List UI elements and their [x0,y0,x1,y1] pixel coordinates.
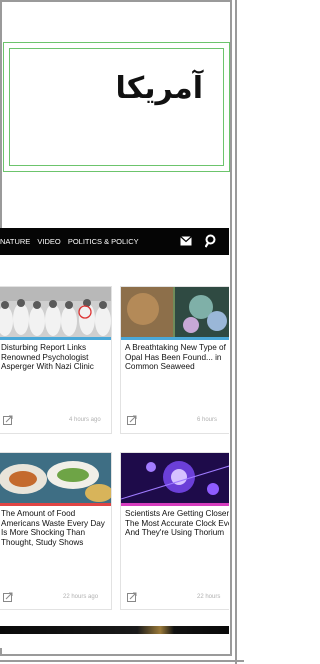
card-title[interactable]: Disturbing Report Links Renowned Psychol… [1,343,111,372]
card-image-clock-thorium [121,453,229,503]
share-icon[interactable] [127,414,138,425]
share-icon[interactable] [127,591,138,602]
nav-link-nature[interactable]: NATURE [0,237,30,246]
card-timestamp: 4 hours ago [69,417,101,423]
nav-links: NATURE VIDEO POLITICS & POLICY [0,237,144,246]
card-accent-bar [121,337,229,340]
card-accent-bar [121,503,229,506]
news-card[interactable]: Scientists Are Getting Closer to The Mos… [120,452,229,610]
card-image-nazi-clinic-photo [0,287,111,337]
news-card[interactable]: A Breathtaking New Type of Opal Has Been… [120,286,229,434]
page-title: آمریکا [115,71,204,106]
news-card[interactable]: Disturbing Report Links Renowned Psychol… [0,286,112,434]
bottom-image-strip [0,626,229,634]
card-accent-bar [0,337,111,340]
embedded-news-screenshot: NATURE VIDEO POLITICS & POLICY Disturbin… [0,228,229,648]
search-icon[interactable] [205,234,217,248]
card-title[interactable]: A Breathtaking New Type of Opal Has Been… [125,343,229,372]
card-title[interactable]: Scientists Are Getting Closer to The Mos… [125,509,229,538]
card-timestamp: 6 hours [197,417,218,423]
title-box-inner-border [9,48,224,166]
share-icon[interactable] [3,414,14,425]
nav-link-video[interactable]: VIDEO [37,237,60,246]
news-card[interactable]: The Amount of Food Americans Waste Every… [0,452,112,610]
title-box: آمریکا [3,42,230,172]
card-timestamp: 22 hours [197,594,221,600]
mail-icon[interactable] [180,236,192,246]
card-image-opal-seaweed [121,287,229,337]
card-accent-bar [0,503,111,506]
card-image-food-plates [0,453,111,503]
card-timestamp: 22 hours ago [63,594,99,600]
bottom-divider [0,660,244,662]
right-divider [235,0,237,664]
share-icon[interactable] [3,591,14,602]
card-title[interactable]: The Amount of Food Americans Waste Every… [1,509,111,547]
nav-link-politics[interactable]: POLITICS & POLICY [68,237,139,246]
news-navbar: NATURE VIDEO POLITICS & POLICY [0,228,229,255]
